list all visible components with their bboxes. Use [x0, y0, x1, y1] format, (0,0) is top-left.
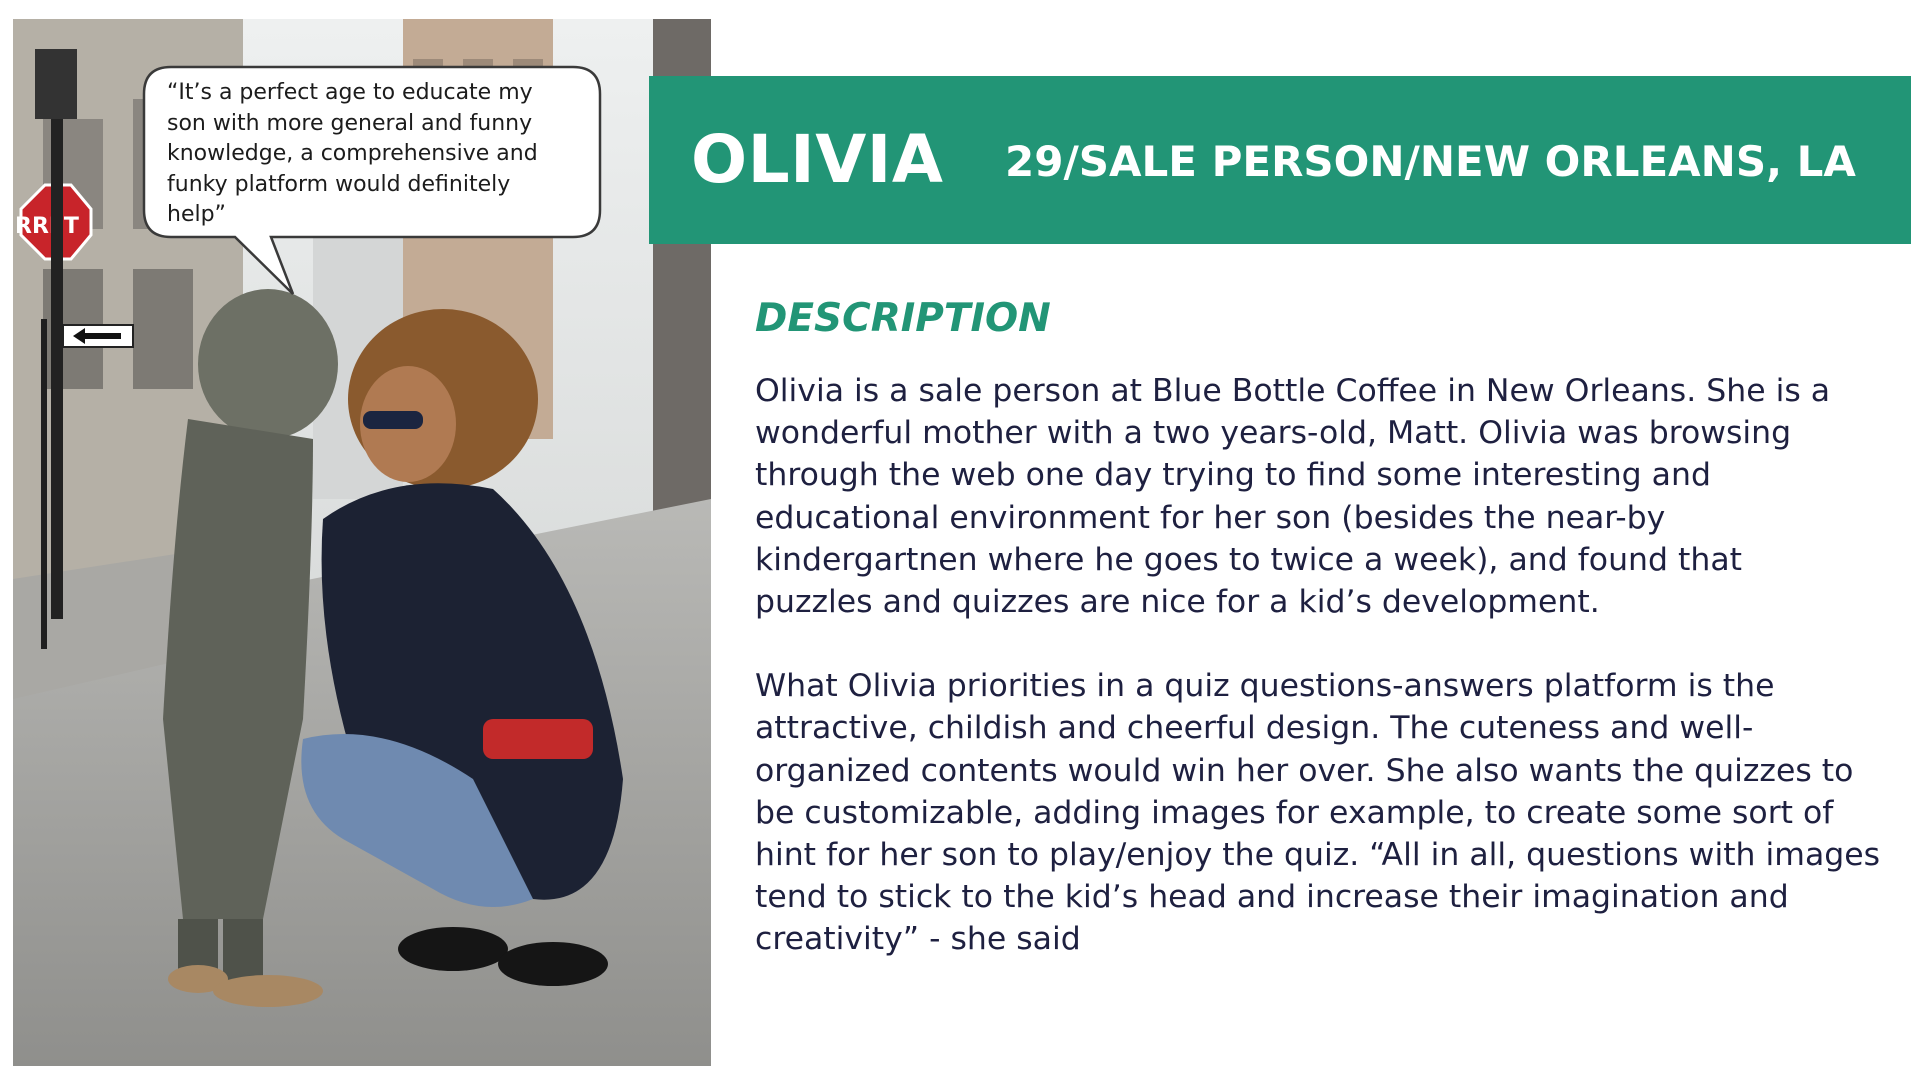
- persona-slide: RRÊT “It’s a perfect age to educate my s…: [0, 0, 1920, 1080]
- description-paragraph: Olivia is a sale person at Blue Bottle C…: [755, 373, 1831, 621]
- description-heading: DESCRIPTION: [755, 296, 1051, 341]
- description-body: Olivia is a sale person at Blue Bottle C…: [755, 370, 1920, 1003]
- persona-banner: OLIVIA 29/SALE PERSON/NEW ORLEANS, LA: [649, 76, 1911, 244]
- quote-bubble: “It’s a perfect age to educate my son wi…: [142, 65, 602, 295]
- persona-name: OLIVIA: [691, 121, 944, 198]
- description-paragraph: What Olivia priorities in a quiz questio…: [755, 668, 1881, 958]
- svg-text:RRÊT: RRÊT: [15, 213, 79, 239]
- quote-text: “It’s a perfect age to educate my son wi…: [167, 80, 538, 227]
- persona-info: 29/SALE PERSON/NEW ORLEANS, LA: [1005, 137, 1856, 186]
